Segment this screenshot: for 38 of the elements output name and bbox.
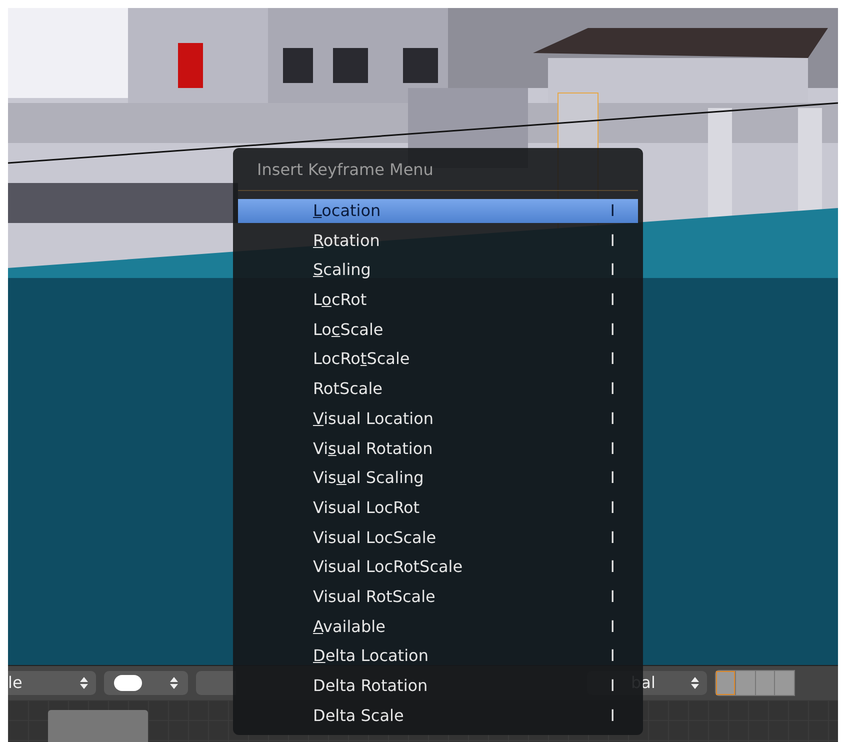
menu-title: Insert Keyframe Menu: [256, 159, 434, 181]
menu-item-label: Location: [313, 200, 381, 222]
menu-item-label: LocScale: [313, 318, 384, 341]
mode-label: le: [8, 672, 22, 694]
shortcut-key: I: [610, 674, 615, 698]
menu-item-label: RotScale: [313, 378, 383, 400]
menu-item-label: Visual LocScale: [313, 526, 436, 549]
menu-item-label: Rotation: [313, 230, 380, 252]
shortcut-key: I: [610, 555, 615, 580]
shortcut-key: I: [610, 526, 615, 550]
menu-item-label: LocRot: [313, 289, 367, 312]
shortcut-key: I: [610, 347, 615, 372]
menu-item-label: LocRotScale: [313, 348, 410, 370]
menu-item-label: Visual LocRotScale: [313, 556, 463, 578]
menu-item-label: Visual Location: [313, 408, 434, 430]
shortcut-key: I: [610, 704, 615, 728]
menu-item-label: Delta Location: [313, 645, 428, 668]
menu-item-label: Visual Rotation: [313, 438, 433, 460]
menu-item-label: Available: [313, 616, 386, 638]
menu-item-label: Visual RotScale: [313, 586, 436, 608]
menu-item-label: Visual Scaling: [313, 467, 424, 490]
shortcut-key: I: [610, 466, 615, 490]
shortcut-key: I: [610, 614, 615, 639]
menu-item-label: Visual LocRot: [313, 496, 420, 519]
shortcut-key: I: [610, 377, 615, 402]
menu-item-label: Delta Rotation: [313, 675, 428, 697]
shortcut-key: I: [610, 644, 615, 668]
shortcut-key: I: [610, 436, 615, 460]
shortcut-key: I: [610, 406, 615, 431]
shortcut-key: I: [610, 496, 615, 520]
shortcut-key: I: [610, 584, 615, 609]
shortcut-key: I: [610, 288, 615, 312]
menu-item-label: Scaling: [313, 259, 371, 282]
menu-item-label: Delta Scale: [313, 704, 404, 727]
shortcut-key: I: [610, 228, 615, 253]
shortcut-key: I: [610, 258, 615, 282]
shortcut-key: I: [610, 199, 615, 223]
shortcut-key: I: [610, 318, 615, 342]
